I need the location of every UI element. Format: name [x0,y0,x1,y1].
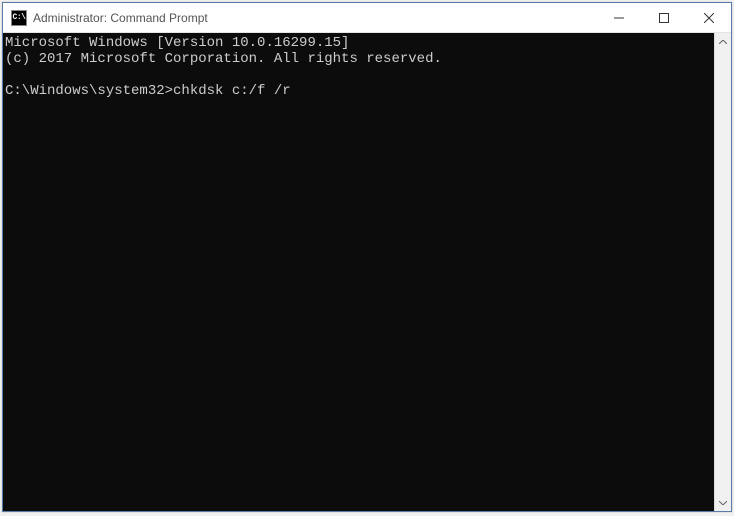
cmd-icon-text: C:\ [13,13,26,22]
maximize-icon [659,13,669,23]
command-input[interactable]: chkdsk c:/f /r [173,83,291,99]
close-button[interactable] [686,3,731,32]
window-controls [596,3,731,32]
content-area: Microsoft Windows [Version 10.0.16299.15… [3,33,731,511]
chevron-down-icon [719,501,727,505]
version-line: Microsoft Windows [Version 10.0.16299.15… [5,35,349,51]
scrollbar-track[interactable] [715,50,731,494]
close-icon [704,13,714,23]
titlebar[interactable]: C:\ Administrator: Command Prompt [3,3,731,33]
minimize-button[interactable] [596,3,641,32]
command-prompt-window: C:\ Administrator: Command Prompt Micros… [2,2,732,512]
prompt-text: C:\Windows\system32> [5,83,173,99]
cmd-icon: C:\ [11,10,27,26]
scroll-up-arrow[interactable] [715,33,731,50]
chevron-up-icon [719,40,727,44]
copyright-line: (c) 2017 Microsoft Corporation. All righ… [5,51,442,67]
terminal-output[interactable]: Microsoft Windows [Version 10.0.16299.15… [3,33,714,511]
window-title: Administrator: Command Prompt [33,11,596,25]
minimize-icon [614,13,624,23]
scroll-down-arrow[interactable] [715,494,731,511]
vertical-scrollbar[interactable] [714,33,731,511]
maximize-button[interactable] [641,3,686,32]
